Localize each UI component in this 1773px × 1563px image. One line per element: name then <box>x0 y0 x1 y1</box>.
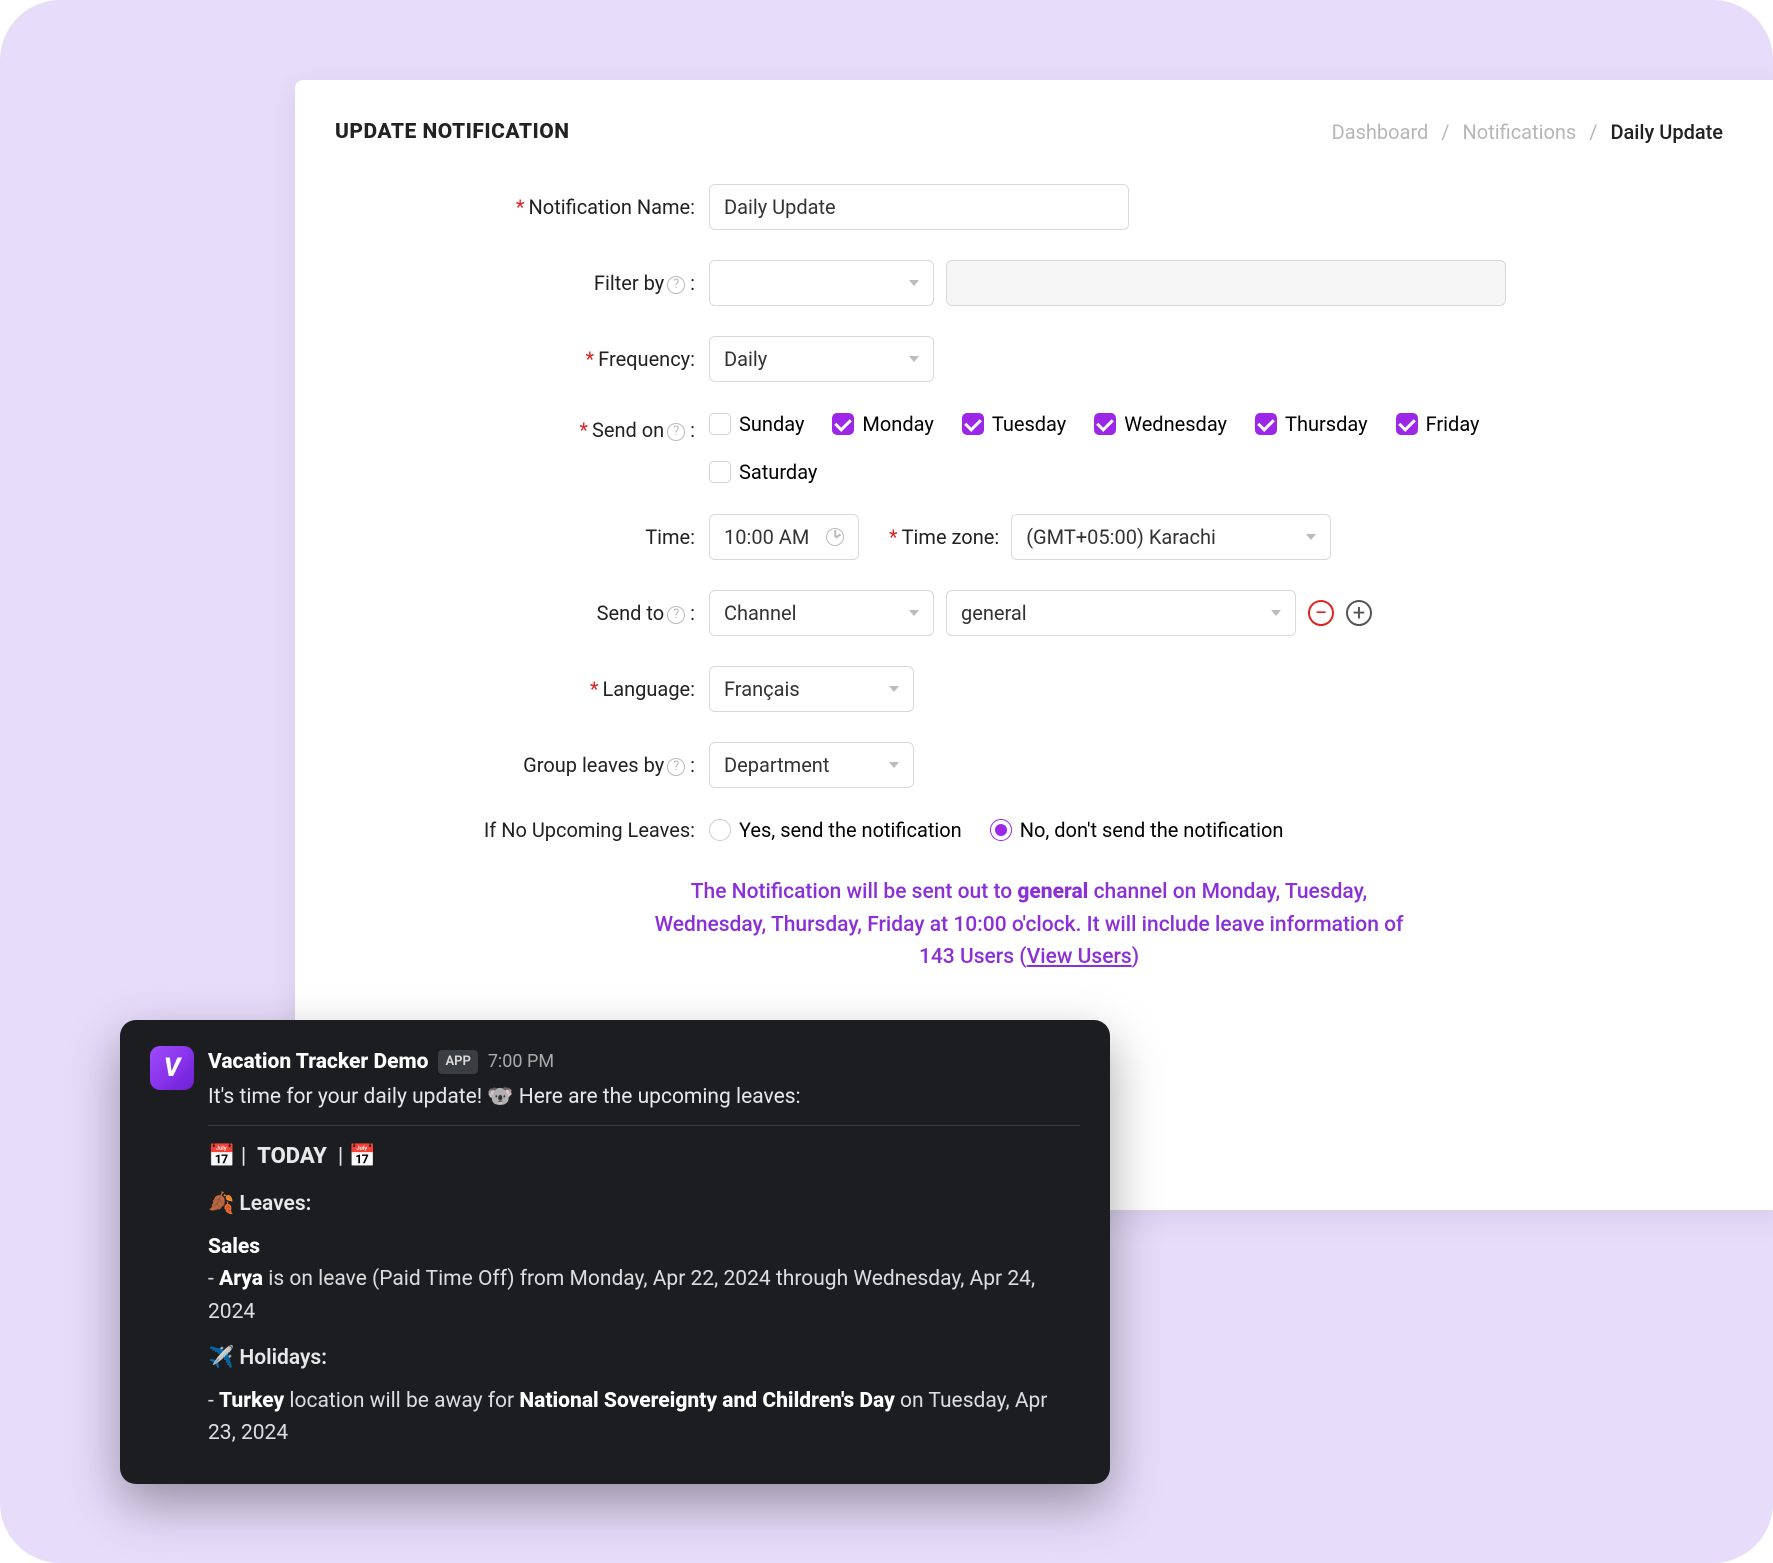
notification-summary: The Notification will be sent out to gen… <box>649 876 1409 974</box>
frequency-label: *Frequency: <box>335 347 695 371</box>
app-avatar-icon: V <box>150 1046 194 1090</box>
frequency-select[interactable]: Daily <box>709 336 934 382</box>
checkbox-thursday[interactable]: Thursday <box>1255 412 1368 436</box>
timezone-label: *Time zone: <box>889 525 999 549</box>
language-select[interactable]: Français <box>709 666 914 712</box>
time-input[interactable]: 10:00 AM <box>709 514 859 560</box>
view-users-link[interactable]: View Users <box>1027 945 1132 969</box>
leaves-section-title: 🍂 Leaves: <box>208 1188 1080 1221</box>
message-time: 7:00 PM <box>488 1048 554 1076</box>
timezone-select[interactable]: (GMT+05:00) Karachi <box>1011 514 1331 560</box>
send-to-channel-select[interactable]: general <box>946 590 1296 636</box>
today-header: 📅 | TODAY | 📅 <box>208 1140 1080 1174</box>
radio-no-send[interactable]: No, don't send the notification <box>990 818 1284 842</box>
send-to-label: Send to? : <box>335 601 695 625</box>
checkbox-tuesday[interactable]: Tuesday <box>962 412 1066 436</box>
add-recipient-button[interactable]: + <box>1346 600 1372 626</box>
breadcrumb-current: Daily Update <box>1610 120 1723 144</box>
holiday-entry: - Turkey location will be away for Natio… <box>208 1385 1080 1450</box>
checkbox-sunday[interactable]: Sunday <box>709 412 804 436</box>
app-badge: APP <box>438 1050 477 1074</box>
breadcrumb: Dashboard / Notifications / Daily Update <box>1332 120 1723 144</box>
breadcrumb-notifications[interactable]: Notifications <box>1463 120 1577 144</box>
help-icon[interactable]: ? <box>667 606 685 624</box>
remove-recipient-button[interactable]: − <box>1308 600 1334 626</box>
filter-by-select[interactable] <box>709 260 934 306</box>
checkbox-monday[interactable]: Monday <box>832 412 933 436</box>
intro-text: It's time for your daily update! 🐨 Here … <box>208 1081 1080 1114</box>
checkbox-saturday[interactable]: Saturday <box>709 460 817 484</box>
leave-entry: - Arya is on leave (Paid Time Off) from … <box>208 1263 1080 1328</box>
no-upcoming-label: If No Upcoming Leaves: <box>335 818 695 842</box>
send-on-label: *Send on? : <box>335 412 695 442</box>
breadcrumb-dashboard[interactable]: Dashboard <box>1332 120 1429 144</box>
team-name: Sales <box>208 1231 1080 1264</box>
time-label: Time: <box>335 525 695 549</box>
slack-preview: V Vacation Tracker Demo APP 7:00 PM It's… <box>120 1020 1110 1484</box>
send-to-type-select[interactable]: Channel <box>709 590 934 636</box>
filter-label: Filter by? : <box>335 271 695 295</box>
help-icon[interactable]: ? <box>667 276 685 294</box>
radio-yes-send[interactable]: Yes, send the notification <box>709 818 962 842</box>
holidays-section-title: ✈️ Holidays: <box>208 1342 1080 1375</box>
app-name: Vacation Tracker Demo <box>208 1046 428 1079</box>
page-title: UPDATE NOTIFICATION <box>335 120 570 144</box>
notification-name-input[interactable]: Daily Update <box>709 184 1129 230</box>
filter-by-value <box>946 260 1506 306</box>
checkbox-wednesday[interactable]: Wednesday <box>1094 412 1227 436</box>
group-by-select[interactable]: Department <box>709 742 914 788</box>
checkbox-friday[interactable]: Friday <box>1396 412 1480 436</box>
group-by-label: Group leaves by? : <box>335 753 695 777</box>
help-icon[interactable]: ? <box>667 423 685 441</box>
language-label: *Language: <box>335 677 695 701</box>
clock-icon <box>826 528 844 546</box>
name-label: *Notification Name: <box>335 195 695 219</box>
help-icon[interactable]: ? <box>667 758 685 776</box>
